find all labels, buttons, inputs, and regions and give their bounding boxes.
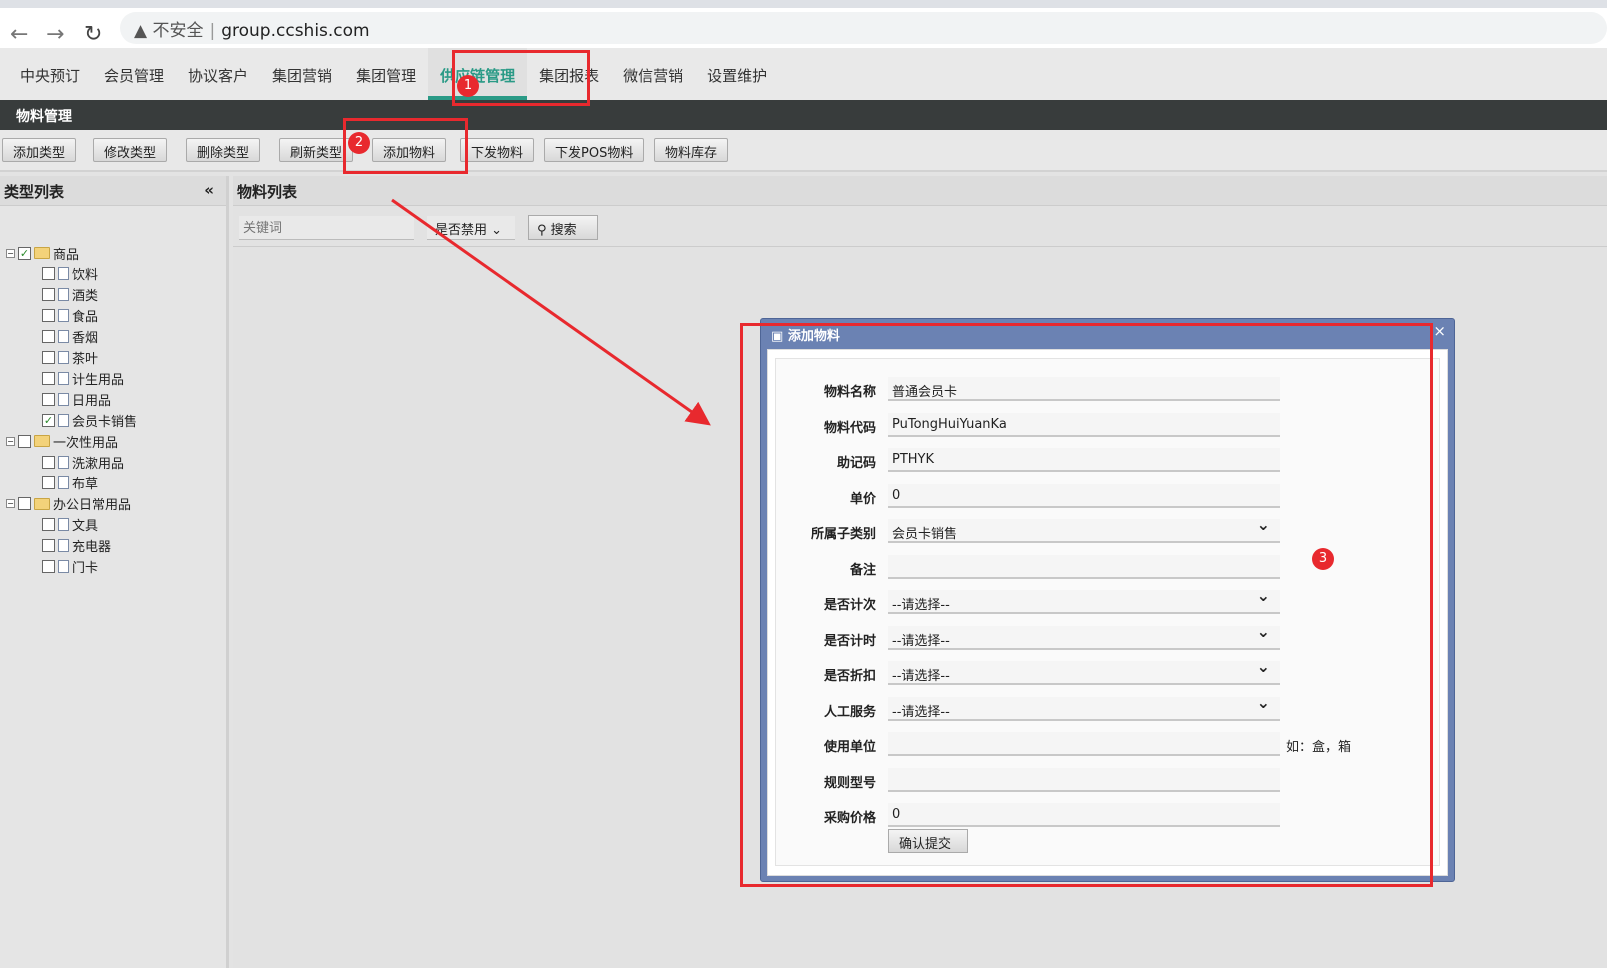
annotation-marker-1: 1 — [457, 75, 479, 97]
annotation-box-3 — [740, 323, 1433, 887]
annotation-marker-3: 3 — [1312, 548, 1334, 570]
annotation-marker-2: 2 — [348, 132, 370, 154]
